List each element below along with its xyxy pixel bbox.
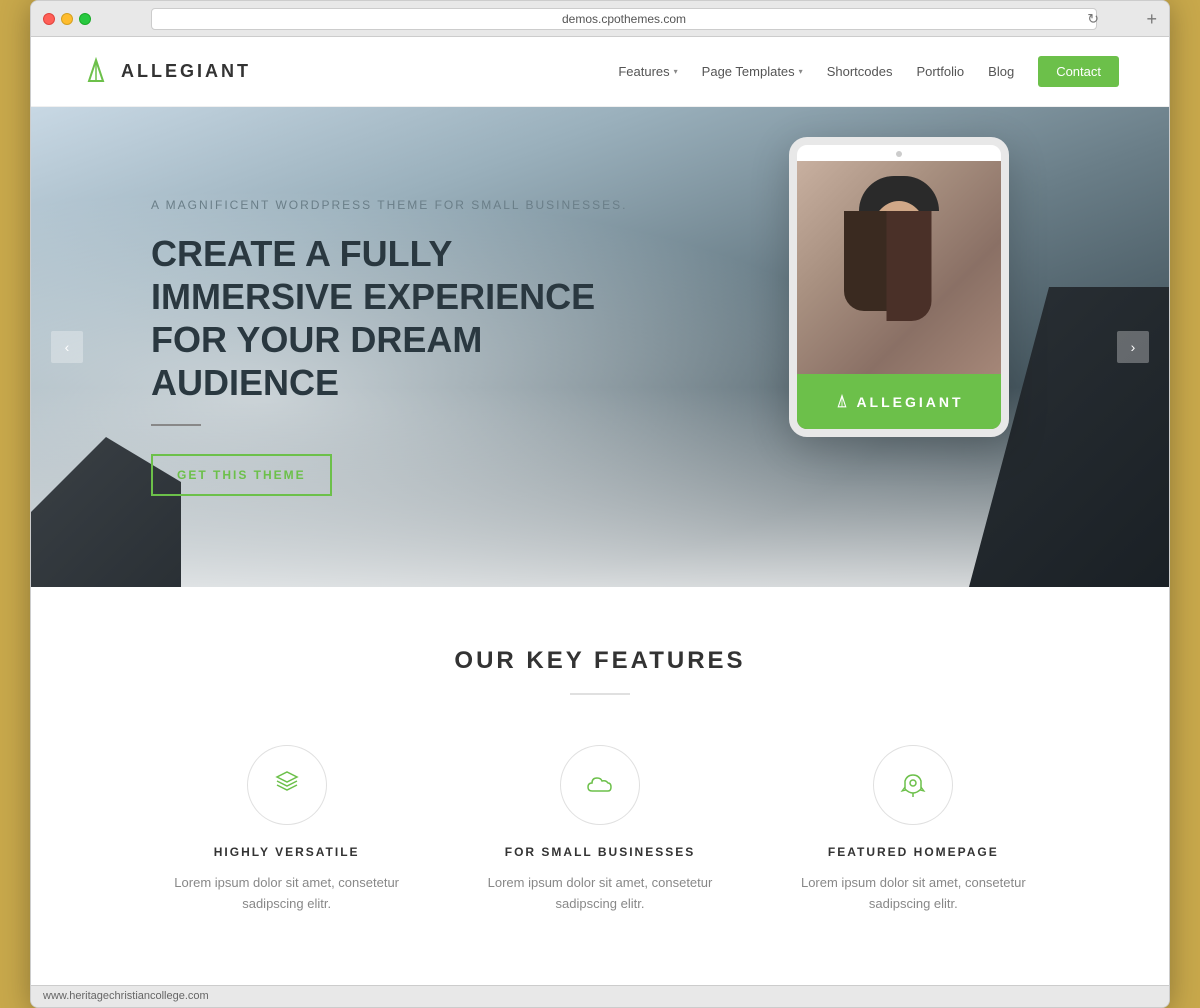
- tablet-mockup: ALLEGIANT: [789, 137, 1009, 437]
- feature-icon-layers: [247, 745, 327, 825]
- refresh-icon[interactable]: ↻: [1087, 10, 1099, 27]
- carousel-prev-button[interactable]: ‹: [51, 331, 83, 363]
- feature-item-3: FEATURED HOMEPAGE Lorem ipsum dolor sit …: [777, 745, 1050, 915]
- tablet-screen: ALLEGIANT: [797, 161, 1001, 429]
- nav-features[interactable]: Features ▾: [618, 64, 677, 79]
- nav-shortcodes-label: Shortcodes: [827, 64, 893, 79]
- logo-text: ALLEGIANT: [121, 61, 251, 82]
- tablet-overlay: ALLEGIANT: [797, 374, 1001, 429]
- nav-blog-label: Blog: [988, 64, 1014, 79]
- feature-3-desc: Lorem ipsum dolor sit amet, consetetur s…: [777, 873, 1050, 915]
- hero-subtitle: A MAGNIFICENT WORDPRESS THEME FOR SMALL …: [151, 198, 631, 212]
- nav-page-templates-label: Page Templates: [702, 64, 795, 79]
- nav-page-templates-arrow: ▾: [799, 67, 803, 76]
- feature-2-desc: Lorem ipsum dolor sit amet, consetetur s…: [463, 873, 736, 915]
- features-divider: [570, 693, 630, 695]
- status-url: www.heritagechristiancollege.com: [43, 990, 209, 1002]
- feature-item-1: HIGHLY VERSATILE Lorem ipsum dolor sit a…: [150, 745, 423, 915]
- url-bar[interactable]: demos.cpothemes.com: [151, 8, 1097, 30]
- hero-cta-button[interactable]: GET THIS THEME: [151, 454, 332, 496]
- nav-page-templates[interactable]: Page Templates ▾: [702, 64, 803, 79]
- url-text: demos.cpothemes.com: [562, 12, 686, 26]
- website-content: ALLEGIANT Features ▾ Page Templates ▾ Sh…: [31, 37, 1169, 985]
- feature-2-title: FOR SMALL BUSINESSES: [505, 845, 695, 859]
- browser-window: demos.cpothemes.com ↻ + ALLEGIANT Featur…: [30, 0, 1170, 1008]
- nav-features-label: Features: [618, 64, 669, 79]
- feature-1-title: HIGHLY VERSATILE: [214, 845, 360, 859]
- nav-portfolio[interactable]: Portfolio: [916, 64, 964, 79]
- rocket-icon: [899, 771, 927, 799]
- browser-titlebar: demos.cpothemes.com ↻ +: [31, 1, 1169, 37]
- hero-title: CREATE A FULLY IMMERSIVE EXPERIENCE FOR …: [151, 232, 631, 405]
- nav-shortcodes[interactable]: Shortcodes: [827, 64, 893, 79]
- features-section: OUR KEY FEATURES HIGHLY VERSATILE Lorem …: [31, 587, 1169, 985]
- maximize-button[interactable]: [79, 13, 91, 25]
- logo-icon: [81, 57, 111, 87]
- close-button[interactable]: [43, 13, 55, 25]
- hero-divider: [151, 424, 201, 426]
- tablet-logo-icon: [834, 394, 850, 410]
- logo[interactable]: ALLEGIANT: [81, 57, 251, 87]
- nav-portfolio-label: Portfolio: [916, 64, 964, 79]
- tablet-brand-text: ALLEGIANT: [856, 394, 963, 410]
- chevron-left-icon: ‹: [65, 339, 70, 355]
- browser-traffic-lights: [43, 13, 91, 25]
- hero-section: A MAGNIFICENT WORDPRESS THEME FOR SMALL …: [31, 107, 1169, 587]
- browser-statusbar: www.heritagechristiancollege.com: [31, 985, 1169, 1007]
- feature-item-2: FOR SMALL BUSINESSES Lorem ipsum dolor s…: [463, 745, 736, 915]
- features-section-title: OUR KEY FEATURES: [81, 647, 1119, 675]
- nav-blog[interactable]: Blog: [988, 64, 1014, 79]
- contact-button[interactable]: Contact: [1038, 56, 1119, 87]
- tablet-brand: ALLEGIANT: [834, 394, 963, 410]
- minimize-button[interactable]: [61, 13, 73, 25]
- feature-1-desc: Lorem ipsum dolor sit amet, consetetur s…: [150, 873, 423, 915]
- new-tab-icon[interactable]: +: [1146, 10, 1157, 28]
- layers-icon: [273, 771, 301, 799]
- nav-features-arrow: ▾: [674, 67, 678, 76]
- feature-icon-cloud: [560, 745, 640, 825]
- feature-icon-rocket: [873, 745, 953, 825]
- hero-content: A MAGNIFICENT WORDPRESS THEME FOR SMALL …: [31, 198, 631, 497]
- nav-links: Features ▾ Page Templates ▾ Shortcodes P…: [618, 56, 1119, 87]
- tablet-camera: [896, 151, 902, 157]
- carousel-next-button[interactable]: ›: [1117, 331, 1149, 363]
- cloud-icon: [584, 771, 616, 799]
- navigation: ALLEGIANT Features ▾ Page Templates ▾ Sh…: [31, 37, 1169, 107]
- features-grid: HIGHLY VERSATILE Lorem ipsum dolor sit a…: [150, 745, 1050, 915]
- feature-3-title: FEATURED HOMEPAGE: [828, 845, 999, 859]
- chevron-right-icon: ›: [1131, 339, 1136, 355]
